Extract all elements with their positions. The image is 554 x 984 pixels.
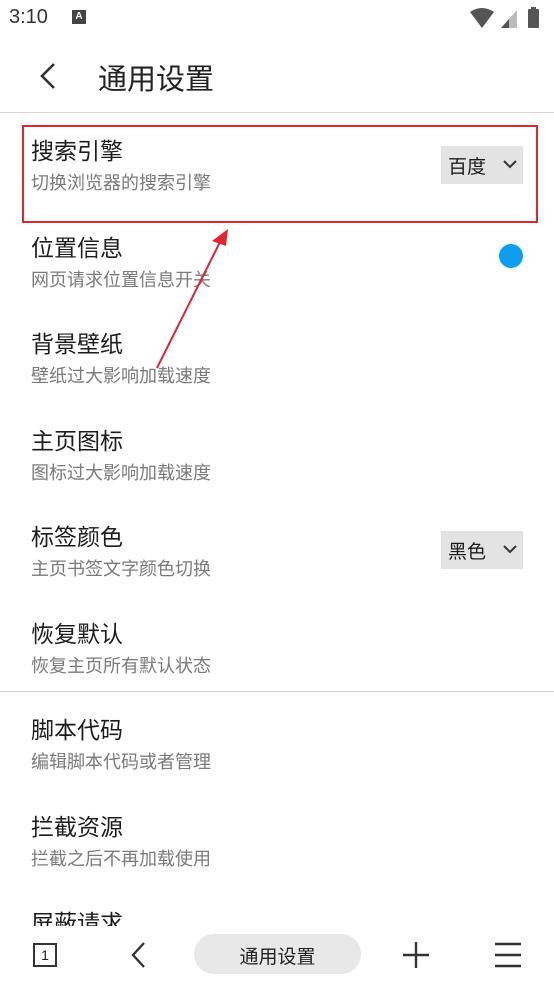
setting-description: 切换浏览器的搜索引擎 bbox=[31, 173, 211, 194]
add-tab-button[interactable] bbox=[402, 941, 430, 969]
status-time: 3:10 bbox=[9, 6, 48, 28]
search-engine-dropdown[interactable]: 百度 bbox=[441, 146, 523, 184]
chevron-down-icon bbox=[503, 160, 517, 169]
setting-script-code[interactable]: 脚本代码 编辑脚本代码或者管理 bbox=[0, 693, 554, 790]
bottom-nav-bar: 1 通用设置 bbox=[0, 926, 554, 984]
settings-list: 搜索引擎 切换浏览器的搜索引擎 百度 位置信息 网页请求位置信息开关 背景壁纸 … bbox=[0, 114, 554, 983]
setting-title: 恢复默认 bbox=[31, 621, 123, 648]
setting-title: 位置信息 bbox=[31, 235, 123, 262]
url-bar-text: 通用设置 bbox=[239, 946, 316, 968]
chevron-down-icon bbox=[503, 545, 517, 554]
setting-label-color[interactable]: 标签颜色 主页书签文字颜色切换 黑色 bbox=[0, 500, 554, 597]
setting-description: 主页书签文字颜色切换 bbox=[31, 559, 211, 580]
setting-description: 图标过大影响加载速度 bbox=[31, 462, 211, 484]
dropdown-value: 黑色 bbox=[448, 541, 487, 563]
label-color-dropdown[interactable]: 黑色 bbox=[441, 531, 523, 569]
setting-background-wallpaper[interactable]: 背景壁纸 壁纸过大影响加载速度 bbox=[0, 307, 554, 404]
setting-block-resources[interactable]: 拦截资源 拦截之后不再加载使用 bbox=[0, 790, 554, 887]
setting-description: 编辑脚本代码或者管理 bbox=[31, 752, 211, 773]
app-header: 通用设置 bbox=[0, 40, 554, 113]
setting-title: 标签颜色 bbox=[31, 525, 123, 551]
status-icons bbox=[468, 6, 544, 30]
status-bar: 3:10 A bbox=[0, 0, 554, 40]
chevron-left-icon bbox=[131, 942, 145, 968]
dropdown-value: 百度 bbox=[448, 156, 487, 178]
tab-count-button[interactable]: 1 bbox=[33, 943, 57, 967]
back-button[interactable] bbox=[30, 54, 70, 98]
setting-title: 搜索引擎 bbox=[31, 139, 123, 165]
setting-title: 背景壁纸 bbox=[31, 332, 123, 358]
setting-description: 网页请求位置信息开关 bbox=[31, 269, 211, 291]
url-bar[interactable]: 通用设置 bbox=[194, 934, 361, 974]
battery-icon bbox=[528, 7, 539, 28]
setting-restore-defaults[interactable]: 恢复默认 恢复主页所有默认状态 bbox=[0, 597, 554, 694]
plus-icon bbox=[403, 942, 429, 968]
setting-title: 脚本代码 bbox=[31, 718, 123, 744]
setting-home-icon[interactable]: 主页图标 图标过大影响加载速度 bbox=[0, 404, 554, 501]
setting-description: 壁纸过大影响加载速度 bbox=[31, 366, 211, 387]
hamburger-menu-icon bbox=[495, 942, 521, 968]
setting-description: 恢复主页所有默认状态 bbox=[31, 655, 211, 677]
nav-back-button[interactable] bbox=[126, 940, 154, 970]
setting-location[interactable]: 位置信息 网页请求位置信息开关 bbox=[0, 211, 554, 308]
setting-search-engine[interactable]: 搜索引擎 切换浏览器的搜索引擎 百度 bbox=[0, 114, 554, 211]
signal-icon bbox=[501, 10, 517, 28]
page-title: 通用设置 bbox=[98, 62, 215, 96]
wifi-icon bbox=[470, 8, 494, 28]
setting-title: 主页图标 bbox=[31, 428, 123, 455]
notification-icon: A bbox=[72, 10, 86, 24]
setting-description: 拦截之后不再加载使用 bbox=[31, 848, 211, 870]
menu-button[interactable] bbox=[494, 941, 522, 969]
location-toggle[interactable] bbox=[499, 243, 523, 268]
section-divider bbox=[0, 691, 554, 692]
setting-title: 拦截资源 bbox=[31, 814, 123, 841]
chevron-left-icon bbox=[40, 63, 55, 89]
